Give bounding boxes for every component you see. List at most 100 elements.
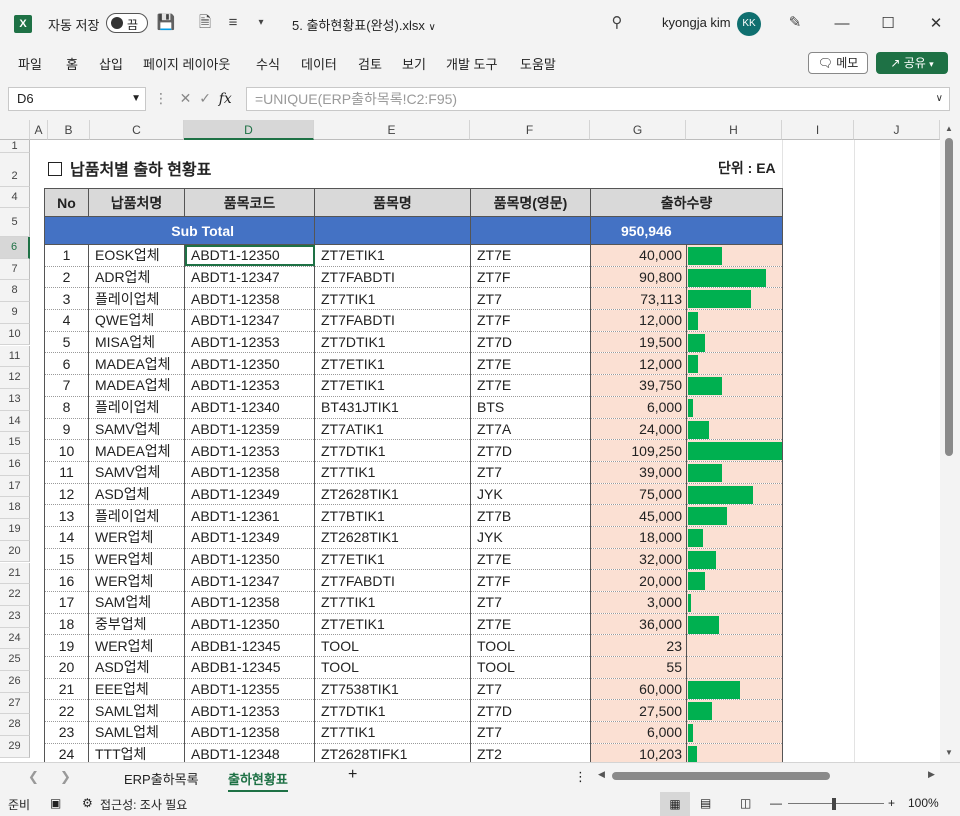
- row-header[interactable]: 1: [0, 140, 30, 153]
- item-cell[interactable]: ZT7ETIK1: [314, 613, 471, 636]
- code-cell[interactable]: ABDT1-12347: [184, 266, 315, 289]
- item-cell[interactable]: ZT7ETIK1: [314, 352, 471, 376]
- no-cell[interactable]: 16: [44, 569, 89, 592]
- tab-insert[interactable]: 삽입: [99, 54, 123, 73]
- item-en-cell[interactable]: ZT7: [470, 678, 591, 701]
- no-cell[interactable]: 17: [44, 591, 89, 614]
- row-header[interactable]: 12: [0, 367, 30, 389]
- no-cell[interactable]: 4: [44, 309, 89, 332]
- qty-cell[interactable]: 75,000: [590, 483, 687, 506]
- next-sheet-icon[interactable]: ❯: [60, 769, 71, 785]
- vendor-cell[interactable]: TTT업체: [88, 743, 185, 762]
- item-cell[interactable]: ZT7FABDTI: [314, 309, 471, 332]
- databar-cell[interactable]: [686, 266, 783, 289]
- code-cell[interactable]: ABDT1-12350: [184, 244, 315, 267]
- item-en-cell[interactable]: ZT7A: [470, 418, 591, 441]
- item-en-cell[interactable]: ZT7: [470, 721, 591, 744]
- no-cell[interactable]: 10: [44, 439, 89, 462]
- row-header[interactable]: 26: [0, 671, 30, 693]
- code-cell[interactable]: ABDT1-12355: [184, 678, 315, 701]
- no-cell[interactable]: 21: [44, 678, 89, 701]
- subtotal-empty-cell[interactable]: [314, 216, 471, 245]
- search-icon[interactable]: ⚲: [606, 12, 628, 34]
- databar-cell[interactable]: [686, 244, 783, 267]
- no-cell[interactable]: 20: [44, 656, 89, 679]
- qty-cell[interactable]: 12,000: [590, 309, 687, 332]
- databar-cell[interactable]: [686, 743, 783, 762]
- avatar[interactable]: KK: [737, 12, 761, 36]
- databar-cell[interactable]: [686, 396, 783, 419]
- item-en-cell[interactable]: ZT7B: [470, 504, 591, 527]
- code-cell[interactable]: ABDT1-12348: [184, 743, 315, 762]
- header-item-en[interactable]: 품목명(영문): [470, 188, 591, 217]
- no-cell[interactable]: 23: [44, 721, 89, 744]
- item-en-cell[interactable]: ZT7: [470, 287, 591, 311]
- select-all-corner[interactable]: [0, 120, 30, 140]
- item-en-cell[interactable]: JYK: [470, 526, 591, 549]
- qty-cell[interactable]: 18,000: [590, 526, 687, 549]
- qty-cell[interactable]: 36,000: [590, 613, 687, 636]
- item-cell[interactable]: ZT7FABDTI: [314, 266, 471, 289]
- qty-cell[interactable]: 20,000: [590, 569, 687, 592]
- databar-cell[interactable]: [686, 439, 783, 462]
- cancel-icon[interactable]: ✕: [180, 90, 192, 106]
- no-cell[interactable]: 5: [44, 331, 89, 354]
- tab-review[interactable]: 검토: [358, 54, 382, 73]
- item-en-cell[interactable]: ZT7E: [470, 374, 591, 397]
- more-icon[interactable]: ⋮: [574, 769, 587, 785]
- no-cell[interactable]: 14: [44, 526, 89, 549]
- row-header[interactable]: 15: [0, 432, 30, 454]
- no-cell[interactable]: 24: [44, 743, 89, 762]
- qty-cell[interactable]: 45,000: [590, 504, 687, 527]
- code-cell[interactable]: ABDT1-12350: [184, 352, 315, 376]
- tab-file[interactable]: 파일: [18, 54, 42, 73]
- row-header[interactable]: 20: [0, 540, 30, 563]
- item-en-cell[interactable]: TOOL: [470, 656, 591, 679]
- vendor-cell[interactable]: WER업체: [88, 634, 185, 658]
- no-cell[interactable]: 6: [44, 352, 89, 376]
- code-cell[interactable]: ABDT1-12358: [184, 591, 315, 614]
- vendor-cell[interactable]: WER업체: [88, 526, 185, 549]
- item-cell[interactable]: TOOL: [314, 634, 471, 658]
- databar-cell[interactable]: [686, 634, 783, 658]
- databar-cell[interactable]: [686, 569, 783, 592]
- no-cell[interactable]: 8: [44, 396, 89, 419]
- add-sheet-icon[interactable]: +: [348, 766, 357, 784]
- databar-cell[interactable]: [686, 613, 783, 636]
- no-cell[interactable]: 18: [44, 613, 89, 636]
- user-name[interactable]: kyongja kim: [662, 15, 731, 30]
- scroll-up-icon[interactable]: ▲: [945, 124, 953, 133]
- zoom-out-icon[interactable]: —: [770, 796, 782, 810]
- more-icon[interactable]: ⋮: [154, 90, 168, 106]
- vendor-cell[interactable]: SAML업체: [88, 721, 185, 744]
- save-icon[interactable]: 💾: [155, 12, 177, 34]
- macro-record-icon[interactable]: ▣: [50, 796, 61, 810]
- qty-cell[interactable]: 12,000: [590, 352, 687, 376]
- no-cell[interactable]: 13: [44, 504, 89, 527]
- vendor-cell[interactable]: 플레이업체: [88, 504, 185, 527]
- vendor-cell[interactable]: 플레이업체: [88, 396, 185, 419]
- item-en-cell[interactable]: JYK: [470, 483, 591, 506]
- subtotal-value[interactable]: 950,946: [590, 216, 783, 245]
- vendor-cell[interactable]: EOSK업체: [88, 244, 185, 267]
- column-header-a[interactable]: A: [30, 120, 48, 140]
- no-cell[interactable]: 7: [44, 374, 89, 397]
- qty-cell[interactable]: 90,800: [590, 266, 687, 289]
- item-cell[interactable]: ZT7TIK1: [314, 461, 471, 484]
- item-cell[interactable]: ZT7BTIK1: [314, 504, 471, 527]
- vendor-cell[interactable]: MISA업체: [88, 331, 185, 354]
- item-cell[interactable]: ZT7DTIK1: [314, 699, 471, 723]
- vendor-cell[interactable]: SAMV업체: [88, 418, 185, 441]
- scroll-thumb[interactable]: [945, 138, 953, 456]
- row-header[interactable]: 8: [0, 280, 30, 303]
- vertical-scrollbar[interactable]: ▲ ▼: [940, 120, 960, 762]
- qty-cell[interactable]: 24,000: [590, 418, 687, 441]
- vendor-cell[interactable]: SAMV업체: [88, 461, 185, 484]
- databar-cell[interactable]: [686, 721, 783, 744]
- vendor-cell[interactable]: ASD업체: [88, 483, 185, 506]
- code-cell[interactable]: ABDT1-12353: [184, 374, 315, 397]
- column-header-g[interactable]: G: [590, 120, 686, 140]
- code-cell[interactable]: ABDT1-12353: [184, 699, 315, 723]
- prev-sheet-icon[interactable]: ❮: [28, 769, 39, 785]
- databar-cell[interactable]: [686, 699, 783, 723]
